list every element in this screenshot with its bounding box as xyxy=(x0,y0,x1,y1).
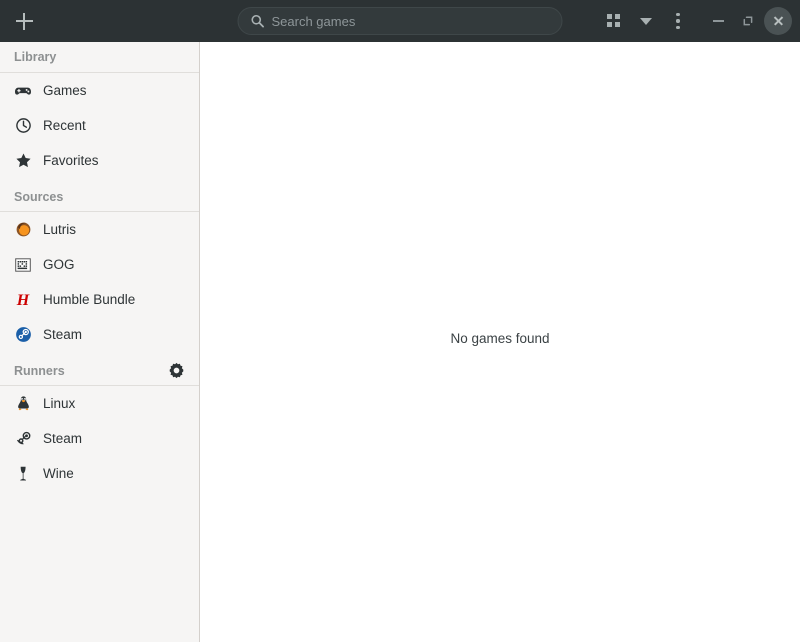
sidebar-item-label: Lutris xyxy=(43,223,76,237)
search-field[interactable] xyxy=(238,7,563,35)
sidebar-section-label: Library xyxy=(14,50,56,64)
search-icon xyxy=(251,14,265,28)
sidebar-item-label: Favorites xyxy=(43,154,99,168)
sidebar-item-label: Steam xyxy=(43,328,82,342)
runners-settings-button[interactable] xyxy=(168,362,185,379)
overflow-menu-button[interactable] xyxy=(662,6,694,36)
steam-runner-icon xyxy=(14,430,32,448)
search-container xyxy=(238,7,563,35)
sidebar-item-favorites[interactable]: Favorites xyxy=(0,143,199,178)
lutris-window: Library Games xyxy=(0,0,800,642)
chevron-down-icon xyxy=(640,18,652,25)
gog-icon xyxy=(14,256,32,274)
steam-icon xyxy=(14,326,32,344)
sidebar: Library Games xyxy=(0,42,200,642)
clock-icon xyxy=(14,117,32,135)
linux-tux-icon xyxy=(14,395,32,413)
header-bar xyxy=(0,0,800,42)
grid-view-button[interactable] xyxy=(598,6,630,36)
svg-text:H: H xyxy=(16,292,30,309)
sidebar-section-library: Library xyxy=(0,42,199,73)
game-grid-area: No games found xyxy=(200,42,800,642)
sidebar-item-steam-source[interactable]: Steam xyxy=(0,317,199,352)
search-input[interactable] xyxy=(272,14,550,29)
sidebar-item-label: Recent xyxy=(43,119,86,133)
sidebar-item-label: Steam xyxy=(43,432,82,446)
window-body: Library Games xyxy=(0,42,800,642)
sidebar-item-gog[interactable]: GOG xyxy=(0,247,199,282)
sidebar-section-sources: Sources xyxy=(0,182,199,212)
sidebar-item-label: GOG xyxy=(43,258,75,272)
sidebar-section-label: Sources xyxy=(14,190,63,204)
grid-view-icon xyxy=(607,14,621,28)
gamepad-icon xyxy=(14,82,32,100)
maximize-button[interactable] xyxy=(734,7,762,35)
sidebar-section-label: Runners xyxy=(14,364,65,378)
minimize-icon xyxy=(713,20,724,22)
add-game-button[interactable] xyxy=(8,6,40,36)
humble-bundle-icon: H xyxy=(14,291,32,309)
header-right-controls xyxy=(598,6,792,36)
sidebar-item-humble-bundle[interactable]: H Humble Bundle xyxy=(0,282,199,317)
sidebar-item-recent[interactable]: Recent xyxy=(0,108,199,143)
maximize-icon xyxy=(742,15,754,27)
sidebar-section-runners: Runners xyxy=(0,356,199,386)
empty-state-message: No games found xyxy=(450,331,549,346)
sidebar-item-lutris[interactable]: Lutris xyxy=(0,212,199,247)
gear-icon xyxy=(168,362,185,379)
overflow-menu-icon xyxy=(676,13,680,29)
window-controls xyxy=(704,7,792,35)
close-button[interactable] xyxy=(764,7,792,35)
star-icon xyxy=(14,152,32,170)
sidebar-item-wine[interactable]: Wine xyxy=(0,456,199,491)
lutris-icon xyxy=(14,221,32,239)
wine-glass-icon xyxy=(14,465,32,483)
plus-icon xyxy=(16,13,33,30)
sidebar-item-label: Linux xyxy=(43,397,75,411)
close-icon xyxy=(773,16,783,26)
sidebar-item-linux[interactable]: Linux xyxy=(0,386,199,421)
view-options-button[interactable] xyxy=(630,6,662,36)
sidebar-item-label: Humble Bundle xyxy=(43,293,135,307)
sidebar-item-games[interactable]: Games xyxy=(0,73,199,108)
minimize-button[interactable] xyxy=(704,7,732,35)
sidebar-item-steam-runner[interactable]: Steam xyxy=(0,421,199,456)
sidebar-item-label: Games xyxy=(43,84,87,98)
sidebar-item-label: Wine xyxy=(43,467,74,481)
